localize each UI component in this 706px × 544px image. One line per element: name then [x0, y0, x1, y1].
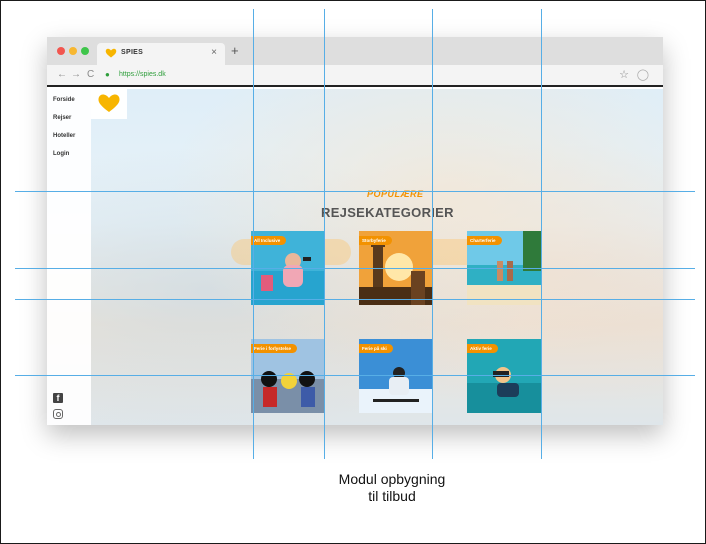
tab-title: SPIES [121, 49, 144, 56]
site-logo[interactable] [91, 89, 127, 119]
card-label: Aktiv ferie [467, 344, 498, 353]
card-label: Charterferie [467, 236, 502, 245]
sidebar-item-hoteller[interactable]: Hoteller [53, 133, 75, 139]
caption-line-1: Modul opbygning [338, 471, 446, 487]
browser-tab[interactable]: SPIES × [97, 43, 225, 65]
card-label: Storbyferie [359, 236, 392, 245]
grid-line-vertical [253, 9, 254, 459]
star-icon[interactable]: ☆ [619, 68, 629, 81]
grid-line-vertical [432, 9, 433, 459]
card-label: Ferie i forlystelse [251, 344, 298, 353]
url-field[interactable]: https://spies.dk [119, 71, 166, 78]
tab-close-icon[interactable]: × [211, 47, 217, 58]
grid-line-horizontal [15, 375, 695, 376]
new-tab-button[interactable]: + [231, 43, 239, 58]
close-window-button[interactable] [57, 47, 65, 55]
sidebar-item-rejser[interactable]: Rejser [53, 115, 71, 121]
address-bar: ← → C ● https://spies.dk ☆ ◯ [47, 65, 663, 87]
caption-line-2: til tilbud [368, 488, 416, 504]
grid-line-horizontal [15, 268, 695, 269]
category-card-aktiv-ferie[interactable]: Aktiv ferie [467, 339, 541, 413]
grid-line-horizontal [15, 191, 695, 192]
user-icon[interactable]: ◯ [637, 68, 649, 81]
figure-caption: Modul opbygning til tilbud [307, 471, 477, 505]
sidebar-item-login[interactable]: Login [53, 151, 69, 157]
card-label: Ferie på ski [359, 344, 393, 353]
spies-logo-icon [98, 94, 120, 112]
card-label: All Inclusive [251, 236, 287, 245]
minimize-window-button[interactable] [69, 47, 77, 55]
maximize-window-button[interactable] [81, 47, 89, 55]
spies-logo-icon [105, 48, 117, 58]
lock-icon: ● [105, 70, 110, 79]
facebook-icon[interactable]: f [53, 393, 63, 403]
forward-icon[interactable]: → [71, 69, 81, 80]
figure-frame: SPIES × + ← → C ● https://spies.dk ☆ ◯ F… [0, 0, 706, 544]
category-card-ferie-paa-ski[interactable]: Ferie på ski [359, 339, 433, 413]
instagram-icon[interactable] [53, 409, 63, 419]
grid-line-vertical [324, 9, 325, 459]
reload-icon[interactable]: C [87, 69, 94, 80]
grid-line-horizontal [15, 299, 695, 300]
grid-line-vertical [541, 9, 542, 459]
category-card-ferie-i-forlystelse[interactable]: Ferie i forlystelse [251, 339, 325, 413]
browser-tabbar: SPIES × + [47, 37, 663, 65]
sidebar-item-forside[interactable]: Forside [53, 97, 75, 103]
section-heading: REJSEKATEGORIER [321, 205, 454, 220]
back-icon[interactable]: ← [57, 69, 67, 80]
browser-window: SPIES × + ← → C ● https://spies.dk ☆ ◯ F… [47, 37, 663, 425]
